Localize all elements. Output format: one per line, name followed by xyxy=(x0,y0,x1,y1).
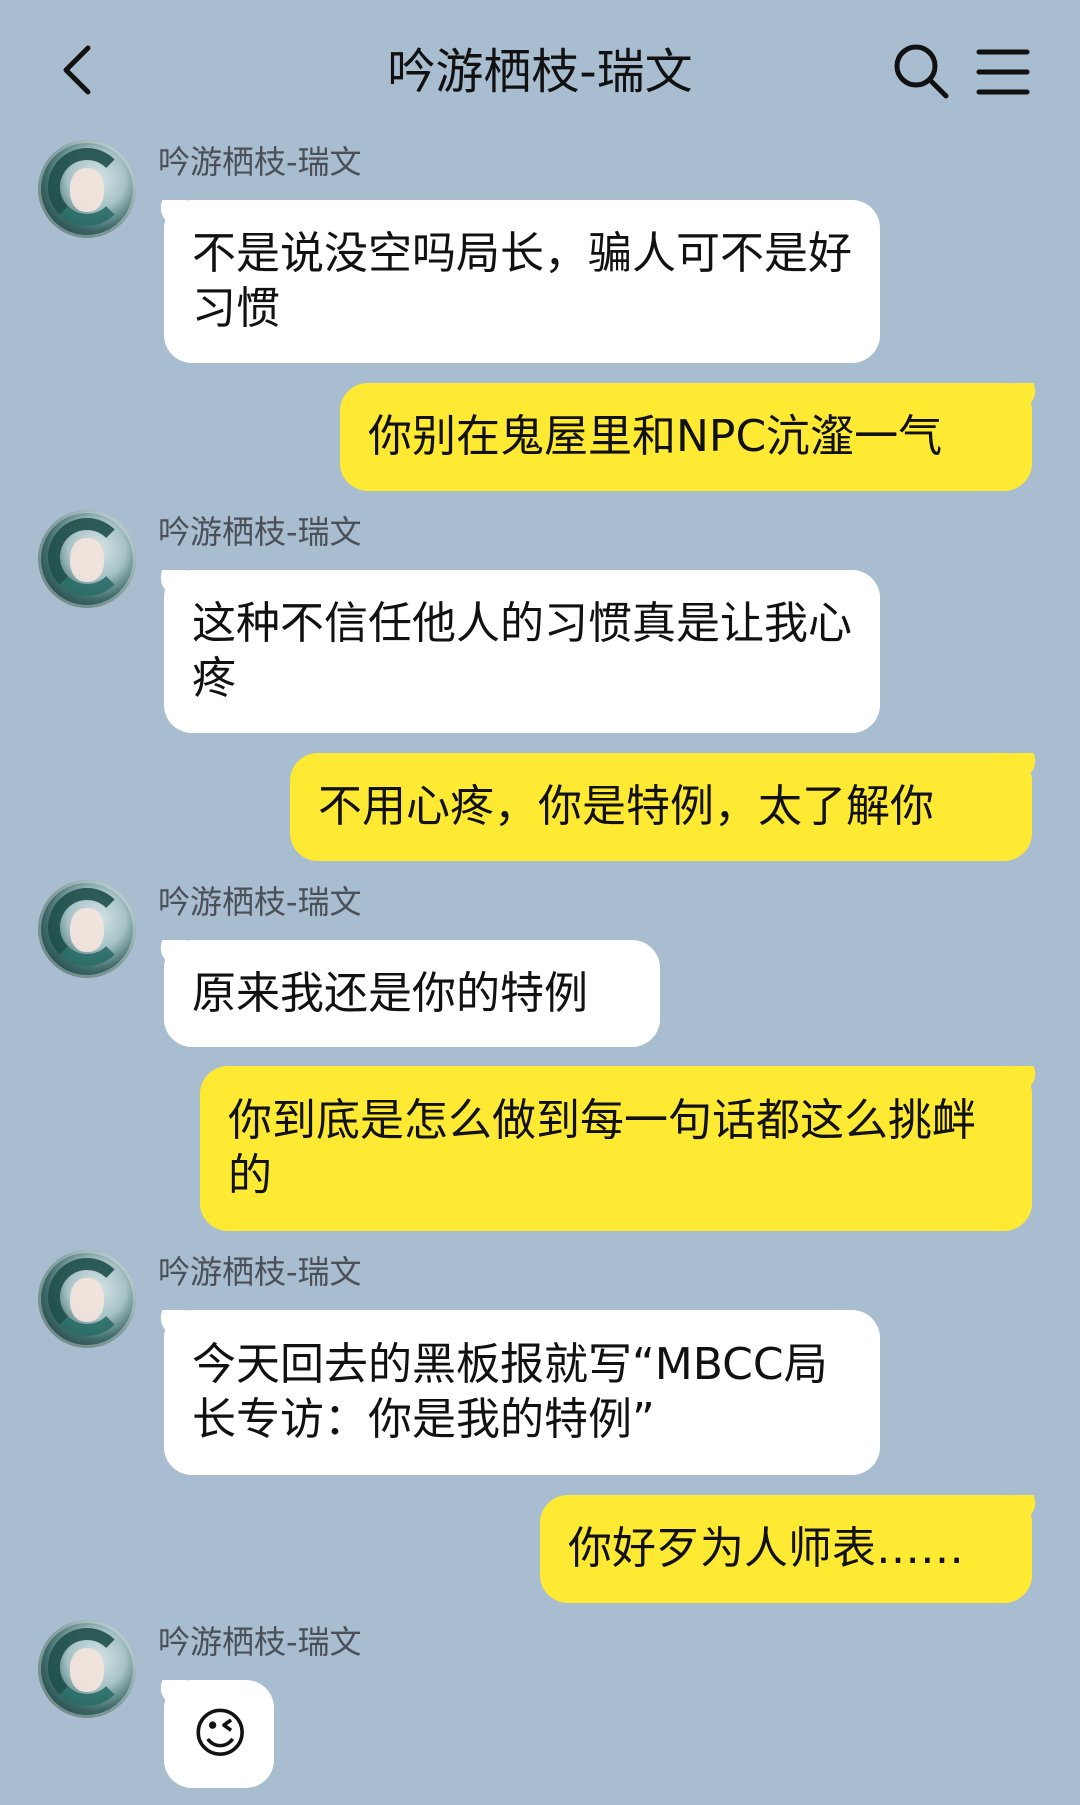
message-bubble[interactable]: 😉 xyxy=(164,1680,274,1788)
sender-name: 吟游栖枝-瑞文 xyxy=(158,143,362,181)
message-bubble[interactable]: 不用心疼，你是特例，太了解你 xyxy=(290,753,1032,861)
avatar[interactable] xyxy=(38,510,136,608)
avatar[interactable] xyxy=(38,1620,136,1718)
message-bubble[interactable]: 你别在鬼屋里和NPC沆瀣一气 xyxy=(340,383,1032,491)
menu-button[interactable] xyxy=(975,46,1031,98)
search-button[interactable] xyxy=(892,42,950,100)
message-bubble[interactable]: 不是说没空吗局长，骗人可不是好习惯 xyxy=(164,200,880,363)
avatar[interactable] xyxy=(38,140,136,238)
sender-name: 吟游栖枝-瑞文 xyxy=(158,513,362,551)
message-bubble[interactable]: 你好歹为人师表…… xyxy=(540,1495,1032,1603)
chat-header: 吟游栖枝-瑞文 xyxy=(0,0,1080,135)
sender-name: 吟游栖枝-瑞文 xyxy=(158,1253,362,1291)
avatar[interactable] xyxy=(38,880,136,978)
menu-icon xyxy=(976,49,1030,95)
message-bubble[interactable]: 你到底是怎么做到每一句话都这么挑衅的 xyxy=(200,1066,1032,1231)
message-bubble[interactable]: 今天回去的黑板报就写“MBCC局长专访：你是我的特例” xyxy=(164,1310,880,1475)
avatar[interactable] xyxy=(38,1250,136,1348)
search-icon xyxy=(894,44,949,99)
message-bubble[interactable]: 原来我还是你的特例 xyxy=(164,940,660,1047)
message-bubble[interactable]: 这种不信任他人的习惯真是让我心疼 xyxy=(164,570,880,733)
sender-name: 吟游栖枝-瑞文 xyxy=(158,1623,362,1661)
sender-name: 吟游栖枝-瑞文 xyxy=(158,883,362,921)
